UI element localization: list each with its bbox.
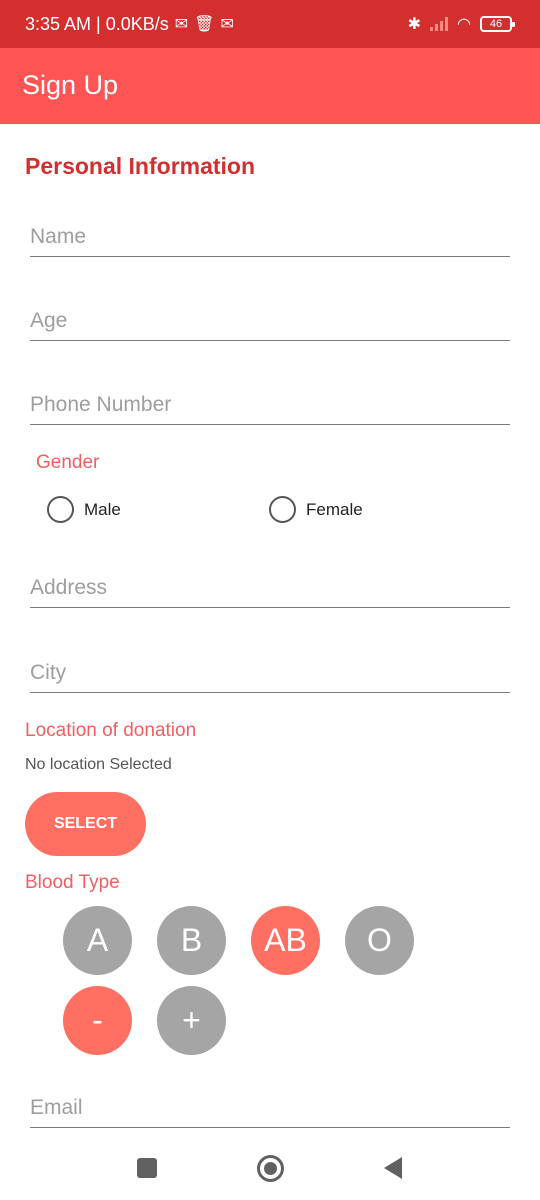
email-field-container xyxy=(30,1082,510,1128)
status-left: 3:35 AM | 0.0KB/s ✉ 🗑 ✉ xyxy=(25,0,234,48)
blood-group-ab-button[interactable]: AB xyxy=(251,906,320,975)
status-time: 3:35 AM | 0.0KB/s xyxy=(25,13,169,34)
rh-positive-button[interactable]: + xyxy=(157,986,226,1055)
phone-field[interactable] xyxy=(30,379,510,423)
navigation-bar xyxy=(0,1140,540,1200)
age-field-container xyxy=(30,295,510,341)
bluetooth-icon: ✱ xyxy=(407,16,422,33)
age-field[interactable] xyxy=(30,295,510,339)
name-field-container xyxy=(30,211,510,257)
gmail-icon: ✉ xyxy=(174,16,189,33)
blood-type-label: Blood Type xyxy=(25,872,120,893)
select-location-button[interactable]: SELECT xyxy=(25,792,146,856)
location-label: Location of donation xyxy=(25,720,197,741)
gender-radio-male[interactable]: Male xyxy=(47,496,121,523)
radio-unchecked-icon[interactable] xyxy=(47,496,74,523)
wifi-icon: ◠ xyxy=(457,16,471,33)
gender-option-label: Male xyxy=(84,499,121,519)
back-triangle-icon[interactable] xyxy=(384,1157,402,1179)
page-title: Sign Up xyxy=(22,70,119,100)
section-title: Personal Information xyxy=(25,153,256,179)
status-right: ✱ ◠ 46 xyxy=(407,0,515,48)
location-value: No location Selected xyxy=(25,756,172,773)
home-circle-icon[interactable] xyxy=(257,1155,284,1182)
city-field-container xyxy=(30,647,510,693)
phone-field-container xyxy=(30,379,510,425)
battery-icon: 46 xyxy=(480,16,515,32)
blood-group-b-button[interactable]: B xyxy=(157,906,226,975)
battery-level: 46 xyxy=(489,18,503,30)
blood-group-o-button[interactable]: O xyxy=(345,906,414,975)
status-bar: 3:35 AM | 0.0KB/s ✉ 🗑 ✉ ✱ ◠ 46 xyxy=(0,0,540,48)
address-field[interactable] xyxy=(30,562,510,606)
rh-negative-button[interactable]: - xyxy=(63,986,132,1055)
gender-radio-female[interactable]: Female xyxy=(269,496,363,523)
signal-icon xyxy=(430,17,449,31)
city-field[interactable] xyxy=(30,647,510,691)
radio-unchecked-icon[interactable] xyxy=(269,496,296,523)
gender-label: Gender xyxy=(36,452,100,473)
name-field[interactable] xyxy=(30,211,510,255)
gender-option-label: Female xyxy=(306,499,363,519)
recents-square-icon[interactable] xyxy=(137,1158,157,1178)
app-bar: Sign Up xyxy=(0,48,540,124)
gmail-icon: ✉ xyxy=(220,16,234,33)
blood-group-a-button[interactable]: A xyxy=(63,906,132,975)
trash-icon: 🗑 xyxy=(194,16,215,33)
email-field[interactable] xyxy=(30,1082,510,1126)
address-field-container xyxy=(30,562,510,608)
